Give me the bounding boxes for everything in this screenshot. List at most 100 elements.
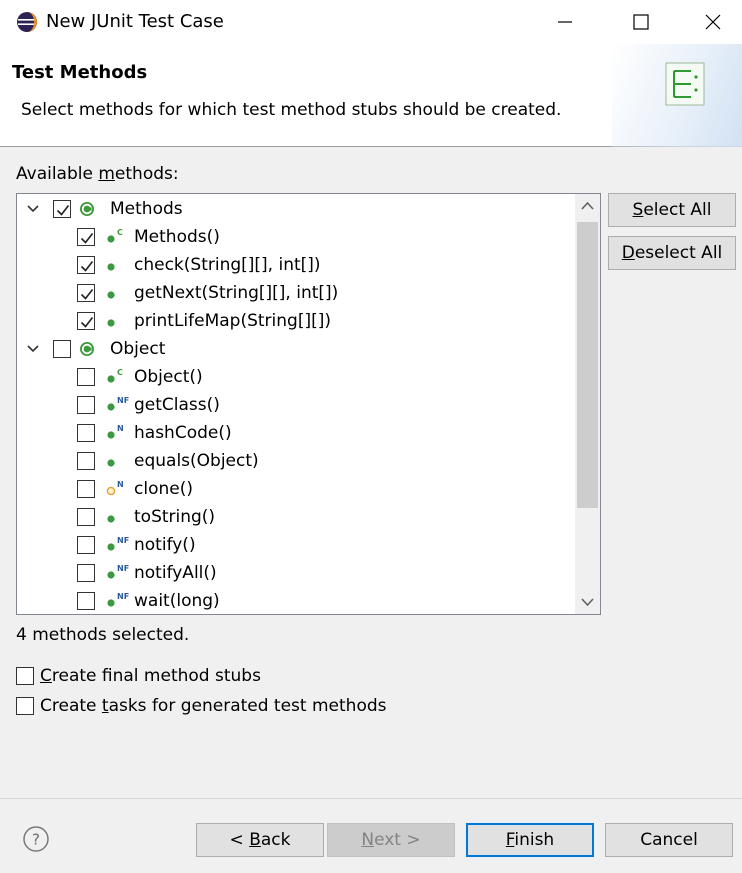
create-tasks-checkbox[interactable] <box>16 697 34 715</box>
method-label: getNext(String[][], int[]) <box>134 283 339 303</box>
protected-native-method-icon: N <box>106 480 124 496</box>
method-label: hashCode() <box>134 423 232 443</box>
page-title: Test Methods <box>12 62 148 83</box>
native-final-method-icon: NF <box>107 592 129 607</box>
method-label: printLifeMap(String[][]) <box>134 311 331 331</box>
method-label: check(String[][], int[]) <box>134 255 321 275</box>
window-title: New JUnit Test Case <box>46 11 224 32</box>
tree-method-row[interactable]: NF wait(long) <box>17 587 575 614</box>
scroll-thumb[interactable] <box>577 222 598 508</box>
svg-text:NF: NF <box>117 564 129 573</box>
method-checkbox[interactable] <box>77 592 95 610</box>
tree-method-row[interactable]: C Methods() <box>17 223 575 251</box>
tree-class-row[interactable]: Object <box>17 335 575 363</box>
tree-method-row[interactable]: NhashCode() <box>17 419 575 447</box>
method-checkbox[interactable] <box>77 256 95 274</box>
class-icon <box>80 342 94 356</box>
class-label: Methods <box>110 199 183 219</box>
method-label: wait(long) <box>134 591 220 611</box>
svg-text:NF: NF <box>117 536 129 545</box>
class-checkbox[interactable] <box>53 340 71 358</box>
method-checkbox[interactable] <box>77 284 95 302</box>
method-checkbox[interactable] <box>77 536 95 554</box>
public-method-icon <box>107 319 115 327</box>
svg-text:?: ? <box>32 831 40 849</box>
tree-method-row[interactable]: getNext(String[][], int[]) <box>17 279 575 307</box>
svg-text:NF: NF <box>117 396 129 405</box>
cancel-button[interactable]: Cancel <box>605 823 733 857</box>
method-label: clone() <box>134 479 193 499</box>
tree-method-row[interactable]: Nclone() <box>17 475 575 503</box>
title-bar: New JUnit Test Case <box>0 0 742 44</box>
page-description: Select methods for which test method stu… <box>21 100 562 120</box>
method-checkbox[interactable] <box>77 508 95 526</box>
method-checkbox[interactable] <box>77 452 95 470</box>
method-checkbox[interactable] <box>77 480 95 498</box>
public-method-icon <box>107 291 115 299</box>
create-tasks-label: Create tasks for generated test methods <box>40 696 387 716</box>
svg-text:C: C <box>117 228 123 237</box>
method-label: notify() <box>134 535 196 555</box>
tree-method-row[interactable]: toString() <box>17 503 575 531</box>
methods-tree[interactable]: Methods C Methods() check(String[][], int[]… <box>16 193 601 615</box>
minimize-icon[interactable] <box>540 0 590 44</box>
deselect-all-button[interactable]: Deselect All <box>608 236 736 270</box>
method-label: Object() <box>134 367 203 387</box>
native-final-method-icon: NF <box>107 564 129 579</box>
scroll-up-icon[interactable] <box>575 194 600 218</box>
select-all-button[interactable]: Select All <box>608 193 736 227</box>
public-constructor-icon: C <box>107 228 123 243</box>
svg-text:N: N <box>117 424 124 433</box>
native-final-method-icon: NF <box>107 536 129 551</box>
method-label: getClass() <box>134 395 220 415</box>
tree-scrollbar[interactable] <box>575 194 600 614</box>
create-final-stubs-checkbox[interactable] <box>16 667 34 685</box>
method-checkbox[interactable] <box>77 564 95 582</box>
public-method-icon <box>107 263 115 271</box>
svg-text:N: N <box>117 480 124 489</box>
method-label: notifyAll() <box>134 563 217 583</box>
method-checkbox[interactable] <box>77 368 95 386</box>
finish-button[interactable]: Finish <box>466 823 594 857</box>
svg-text:NF: NF <box>117 592 129 601</box>
public-constructor-icon: C <box>107 368 123 383</box>
help-icon[interactable]: ? <box>22 825 50 853</box>
chevron-down-icon[interactable] <box>26 204 40 214</box>
test-methods-wizard-icon <box>665 62 705 106</box>
native-method-icon: N <box>107 424 124 439</box>
tree-method-row[interactable]: printLifeMap(String[][]) <box>17 307 575 335</box>
public-method-icon <box>107 515 115 523</box>
tree-method-row[interactable]: NF getClass() <box>17 391 575 419</box>
back-button[interactable]: < Back <box>196 823 324 857</box>
next-button[interactable]: Next > <box>327 823 455 857</box>
tree-class-row[interactable]: Methods <box>17 195 575 223</box>
tree-method-row[interactable]: check(String[][], int[]) <box>17 251 575 279</box>
class-checkbox[interactable] <box>53 200 71 218</box>
method-checkbox[interactable] <box>77 228 95 246</box>
public-method-icon <box>107 459 115 467</box>
close-icon[interactable] <box>688 0 738 44</box>
method-checkbox[interactable] <box>77 312 95 330</box>
method-label: equals(Object) <box>134 451 259 471</box>
method-label: toString() <box>134 507 216 527</box>
maximize-icon[interactable] <box>616 0 666 44</box>
chevron-down-icon[interactable] <box>26 344 40 354</box>
class-icon <box>80 202 94 216</box>
create-final-stubs-label: Create final method stubs <box>40 666 261 686</box>
tree-method-row[interactable]: equals(Object) <box>17 447 575 475</box>
scroll-down-icon[interactable] <box>575 590 600 614</box>
method-checkbox[interactable] <box>77 396 95 414</box>
class-label: Object <box>110 339 166 359</box>
footer-separator <box>0 798 742 799</box>
tree-method-row[interactable]: NF notifyAll() <box>17 559 575 587</box>
tree-method-row[interactable]: NF notify() <box>17 531 575 559</box>
eclipse-app-icon <box>17 12 37 32</box>
native-final-method-icon: NF <box>107 396 129 411</box>
method-label: Methods() <box>134 227 220 247</box>
method-checkbox[interactable] <box>77 424 95 442</box>
wizard-header: Test Methods Select methods for which te… <box>0 44 742 147</box>
available-methods-label: Available methods: <box>16 164 179 184</box>
selection-status: 4 methods selected. <box>16 625 190 645</box>
tree-method-row[interactable]: C Object() <box>17 363 575 391</box>
svg-text:C: C <box>117 368 123 377</box>
